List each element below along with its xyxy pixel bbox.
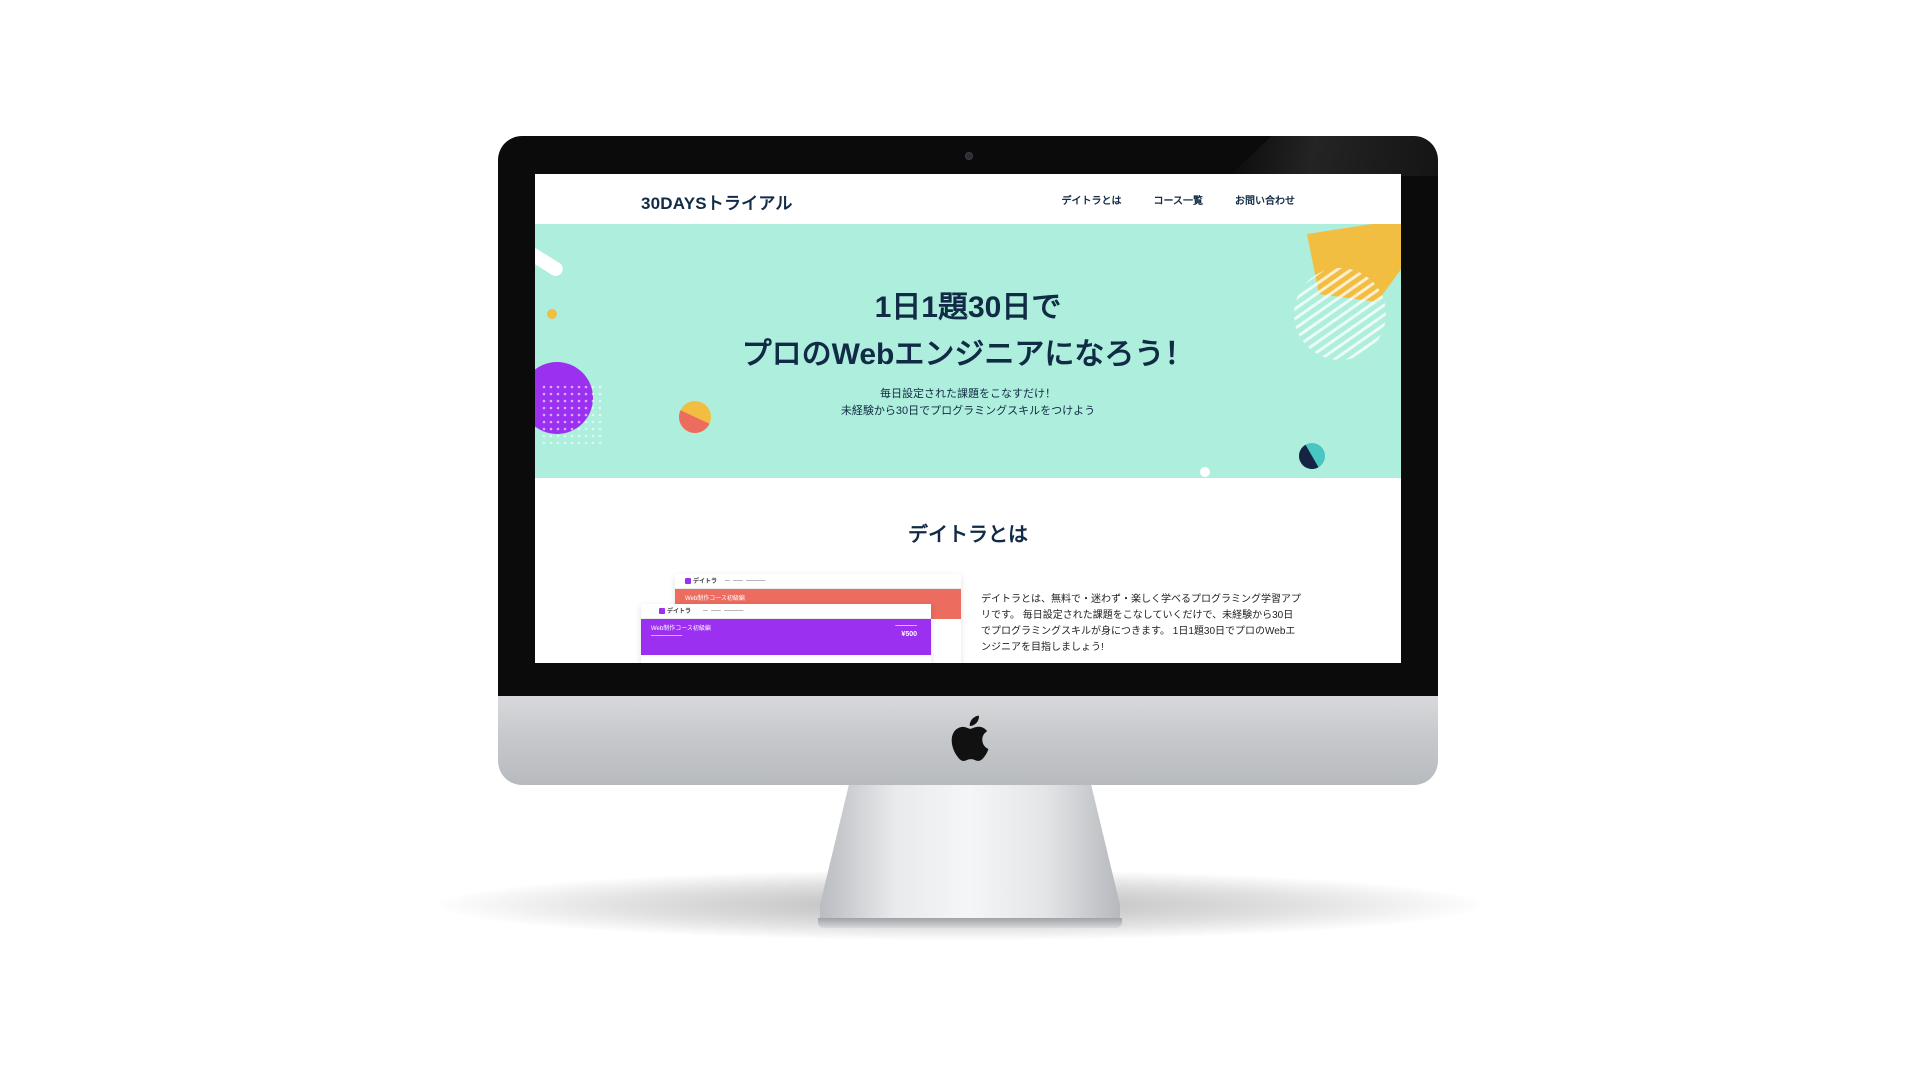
about-section-title: デイトラとは [908, 524, 1028, 546]
hero-title: 1日1題30日で プロのWebエンジニアになろう！ [535, 284, 1401, 378]
site-header: 30DAYSトライアル デイトラとは コース一覧 お問い合わせ [535, 174, 1401, 224]
nav-link-contact[interactable]: お問い合わせ [1235, 192, 1295, 207]
app-preview-image: デイトラ ━━ ━━━━ ━━━━━━━━ Web制作コース初級編 デイトラ ━… [641, 574, 961, 663]
imac-stand [820, 780, 1120, 925]
about-description: デイトラとは、無料で・迷わず・楽しく学べるプログラミング学習アプリです。 毎日設… [981, 594, 1301, 653]
screen: 30DAYSトライアル デイトラとは コース一覧 お問い合わせ 1日1題30日で… [535, 174, 1401, 663]
preview-brand-front: デイトラ [667, 609, 692, 615]
site-logo[interactable]: 30DAYSトライアル [641, 189, 793, 214]
preview-banner-title-front: Web制作コース初級編 [651, 626, 711, 632]
preview-card-front: デイトラ ━━ ━━━━ ━━━━━━━━ Web制作コース初級編 ━━━━━━… [641, 604, 931, 663]
nav-link-about[interactable]: デイトラとは [1062, 192, 1122, 207]
camera-dot [965, 152, 973, 160]
mockup-stage: 30DAYSトライアル デイトラとは コース一覧 お問い合わせ 1日1題30日で… [0, 0, 1920, 1080]
apple-logo-icon [951, 715, 989, 761]
nav-link-courses[interactable]: コース一覧 [1154, 192, 1204, 207]
preview-banner-title-back: Web制作コース初級編 [685, 596, 745, 602]
main-nav: デイトラとは コース一覧 お問い合わせ [1062, 192, 1296, 207]
hero-title-line1: 1日1題30日で [874, 291, 1062, 324]
hero-subtitle-line2: 未経験から30日でプログラミングスキルをつけよう [840, 405, 1096, 417]
hero-section: 1日1題30日で プロのWebエンジニアになろう！ 毎日設定された課題をこなすだ… [535, 224, 1401, 478]
hero-title-line2: プロのWebエンジニアになろう！ [741, 338, 1195, 371]
preview-price: ¥500 [901, 631, 917, 638]
preview-brand-back: デイトラ [693, 579, 718, 585]
white-pill-shape [535, 246, 563, 276]
imac-stand-foot [818, 918, 1122, 928]
hero-subtitle-line1: 毎日設定された課題をこなすだけ！ [880, 388, 1056, 400]
hero-subtitle: 毎日設定された課題をこなすだけ！ 未経験から30日でプログラミングスキルをつけよ… [535, 386, 1401, 420]
white-dot-shape [1200, 467, 1210, 477]
preview-banner-front: Web制作コース初級編 ━━━━━━━━━━━━━ ━━━━━━━━━ ¥500 [641, 619, 931, 655]
